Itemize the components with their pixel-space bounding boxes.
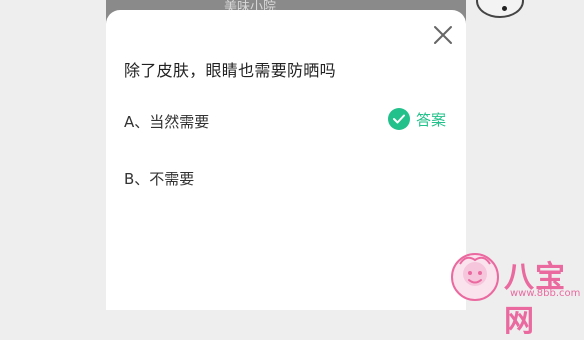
close-icon <box>434 26 452 44</box>
watermark-url: www.8bb.com <box>510 288 581 299</box>
background-avatar <box>476 0 524 18</box>
check-circle-icon <box>388 108 410 130</box>
option-a[interactable]: A、当然需要 <box>124 111 209 132</box>
answer-marker: 答案 <box>388 108 446 130</box>
close-button[interactable] <box>432 24 454 46</box>
quiz-dialog: 除了皮肤，眼睛也需要防晒吗 A、当然需要 答案 B、不需要 <box>106 10 466 310</box>
answer-label: 答案 <box>416 110 447 129</box>
option-b[interactable]: B、不需要 <box>124 168 194 189</box>
watermark: 八宝网 www.8bb.com <box>446 250 584 339</box>
question-text: 除了皮肤，眼睛也需要防晒吗 <box>124 61 336 80</box>
watermark-logo-icon <box>451 253 499 301</box>
